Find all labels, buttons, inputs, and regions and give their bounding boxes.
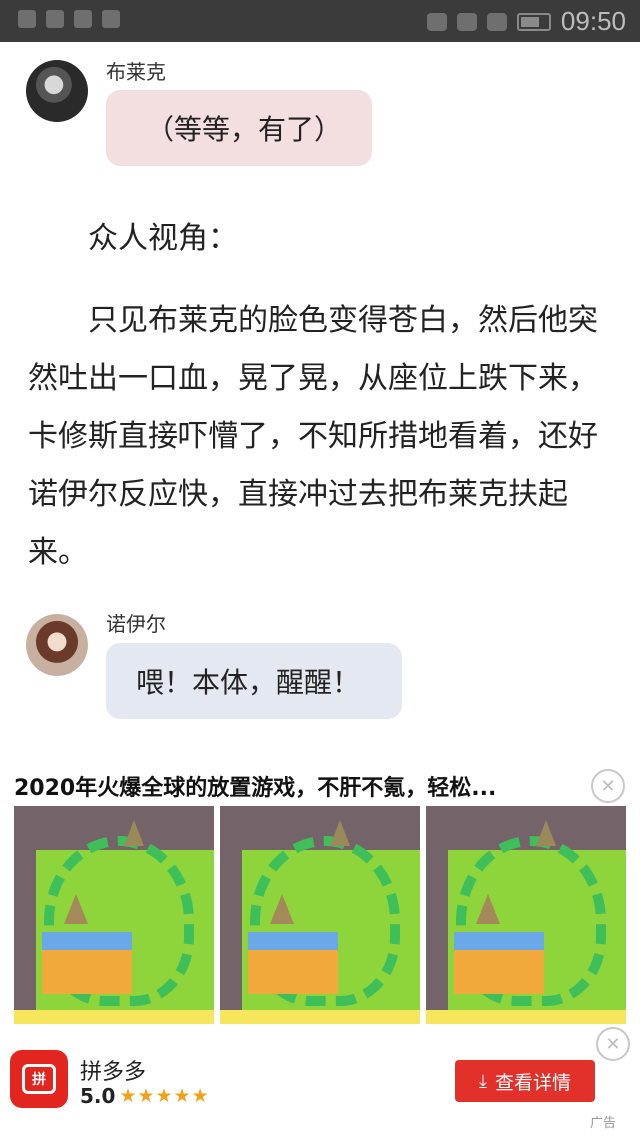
ad-tag: 广告 — [590, 1116, 617, 1131]
signal-icon — [486, 12, 507, 31]
road — [14, 806, 36, 1024]
tree — [476, 894, 500, 924]
app-name: 拼多多 — [80, 1060, 147, 1085]
app-rating: 5.0 ★★★★★ — [80, 1084, 210, 1108]
chat-bubble: 喂！本体，醒醒！ — [106, 643, 402, 719]
chat-bubble: （等等，有了） — [106, 90, 372, 166]
caption-strip — [220, 1010, 420, 1024]
message-icon — [102, 10, 120, 28]
caption-strip — [14, 1010, 214, 1024]
status-time: 09:50 — [560, 6, 626, 36]
tree — [124, 820, 144, 846]
game-screenshot[interactable] — [14, 806, 214, 1024]
app-icon-glyph: 拼 — [22, 1064, 56, 1094]
close-notif-icon — [46, 10, 64, 28]
download-icon: ⤓ — [479, 1070, 487, 1092]
rating-value: 5.0 — [80, 1084, 116, 1108]
ad-title[interactable]: 2020年火爆全球的放置游戏，不肝不氪，轻松... — [14, 770, 574, 802]
building — [248, 932, 338, 994]
status-bar: 09:50 — [0, 0, 640, 42]
view-details-label: 查看详情 — [494, 1071, 571, 1094]
avatar-blake[interactable] — [26, 60, 88, 122]
ad-image-strip[interactable] — [14, 806, 626, 1024]
narration-heading: 众人视角： — [88, 221, 238, 256]
notification-icon — [18, 10, 36, 28]
wifi-icon — [456, 12, 477, 31]
building — [42, 932, 132, 994]
narration-paragraph: 只见布莱克的脸色变得苍白，然后他突然吐出一口血，晃了晃，从座位上跌下来，卡修斯直… — [28, 303, 598, 570]
tree — [64, 894, 88, 924]
star-icons: ★★★★★ — [119, 1085, 210, 1107]
game-screenshot[interactable] — [220, 806, 420, 1024]
tree — [270, 894, 294, 924]
battery-icon — [516, 12, 551, 31]
tree — [536, 820, 556, 846]
building — [454, 932, 544, 994]
view-details-button[interactable]: ⤓ 查看详情 — [455, 1060, 595, 1102]
close-icon[interactable]: ✕ — [596, 1027, 630, 1061]
tree — [330, 820, 350, 846]
avatar-noel[interactable] — [26, 614, 88, 676]
status-left-icons — [18, 10, 120, 28]
road — [220, 806, 242, 1024]
app-icon[interactable]: 拼 — [10, 1050, 68, 1108]
status-right: 09:50 — [426, 6, 626, 37]
grid-icon — [74, 10, 92, 28]
close-icon[interactable]: ✕ — [591, 769, 625, 803]
caption-strip — [426, 1010, 626, 1024]
alarm-icon — [426, 12, 447, 31]
road — [426, 806, 448, 1024]
speaker-name: 诺伊尔 — [106, 612, 166, 636]
game-screenshot[interactable] — [426, 806, 626, 1024]
speaker-name: 布莱克 — [106, 60, 166, 84]
